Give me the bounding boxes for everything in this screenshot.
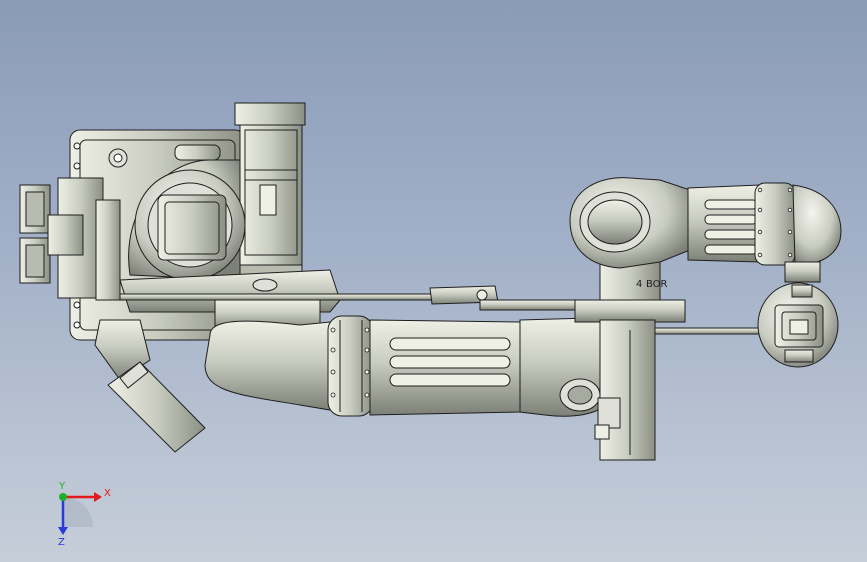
x-axis-label: X <box>104 488 111 499</box>
j2-motor-housing <box>234 102 306 278</box>
model-label-right: BOR <box>646 279 668 290</box>
z-arrowhead <box>58 527 68 535</box>
cad-viewport[interactable]: 4 BOR X Y Z <box>0 0 867 562</box>
x-arrowhead <box>94 492 102 502</box>
y-axis-label: Y <box>58 481 66 492</box>
coordinate-triad: X Y Z <box>58 481 111 548</box>
wrist <box>757 282 839 368</box>
robot-arm-model[interactable]: 4 BOR X Y Z <box>0 0 867 562</box>
model-label-left: 4 <box>636 279 642 290</box>
upper-arm-tube <box>204 315 631 417</box>
y-axis-dot <box>59 493 67 501</box>
forearm <box>569 177 842 283</box>
z-axis-label: Z <box>58 537 65 548</box>
